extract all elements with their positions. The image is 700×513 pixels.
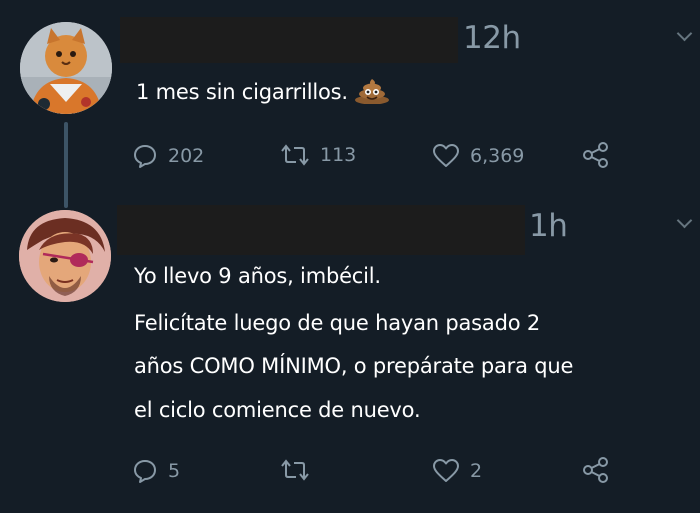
reply-icon bbox=[132, 143, 158, 169]
chevron-down-icon[interactable] bbox=[676, 25, 693, 42]
like-button[interactable]: 2 bbox=[432, 458, 482, 484]
tweet-timestamp[interactable]: 12h bbox=[463, 20, 521, 56]
like-button[interactable]: 6,369 bbox=[432, 143, 524, 169]
share-icon bbox=[582, 457, 610, 483]
astronaut-cat-avatar[interactable] bbox=[20, 22, 112, 114]
like-count: 2 bbox=[470, 460, 483, 482]
heart-icon bbox=[432, 143, 460, 169]
like-count: 6,369 bbox=[470, 145, 525, 167]
tweet-text-line: Yo llevo 9 años, imbécil. bbox=[134, 264, 381, 288]
tweet-text-line: años COMO MÍNIMO, o prepárate para que bbox=[134, 354, 574, 378]
reply-count: 5 bbox=[168, 460, 181, 482]
share-button[interactable] bbox=[582, 457, 610, 483]
tweet-timestamp[interactable]: 1h bbox=[529, 208, 568, 244]
tweet-original[interactable]: 12h 1 mes sin cigarrillos. 202 113 6,369 bbox=[0, 0, 700, 196]
tweet-text-line: el ciclo comience de nuevo. bbox=[134, 398, 421, 422]
retweet-button[interactable]: 113 bbox=[280, 143, 356, 167]
reply-button[interactable]: 202 bbox=[132, 143, 204, 169]
username-redacted[interactable] bbox=[117, 205, 525, 255]
poop-emoji-icon bbox=[354, 78, 390, 105]
illustrated-face-avatar[interactable] bbox=[19, 210, 111, 302]
retweet-icon bbox=[280, 143, 310, 167]
reply-button[interactable]: 5 bbox=[132, 458, 180, 484]
username-redacted[interactable] bbox=[120, 17, 458, 63]
chevron-down-icon[interactable] bbox=[676, 212, 693, 229]
share-button[interactable] bbox=[582, 142, 610, 168]
retweet-button[interactable] bbox=[280, 458, 320, 482]
tweet-text: 1 mes sin cigarrillos. bbox=[136, 78, 390, 105]
retweet-count: 113 bbox=[320, 144, 357, 166]
reply-count: 202 bbox=[168, 145, 205, 167]
share-icon bbox=[582, 142, 610, 168]
tweet-text-line: Felicítate luego de que hayan pasado 2 bbox=[134, 311, 540, 335]
retweet-icon bbox=[280, 458, 310, 482]
tweet-text-content: 1 mes sin cigarrillos. bbox=[136, 80, 348, 104]
heart-icon bbox=[432, 458, 460, 484]
reply-icon bbox=[132, 458, 158, 484]
